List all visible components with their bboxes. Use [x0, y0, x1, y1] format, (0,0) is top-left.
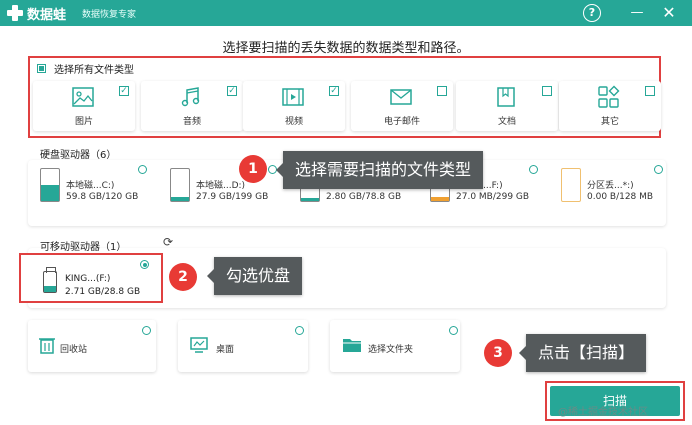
drive-size: 27.9 GB/199 GB	[196, 192, 269, 202]
folder-icon	[343, 339, 361, 352]
email-checkbox[interactable]	[437, 86, 447, 96]
location-select-folder[interactable]: 选择文件夹	[330, 320, 460, 372]
file-type-label: 图片	[74, 117, 93, 127]
audio-checkbox[interactable]: ✓	[227, 86, 237, 96]
drive-name: 分区丢...*:)	[587, 181, 634, 191]
location-label: 回收站	[60, 345, 88, 355]
app-logo-icon	[6, 4, 24, 22]
mail-icon	[390, 89, 412, 105]
usb-drive-size: 2.71 GB/28.8 GB	[65, 287, 141, 297]
folder-radio[interactable]	[449, 326, 458, 335]
callout-step-2: 勾选优盘	[206, 257, 303, 295]
video-checkbox[interactable]: ✓	[329, 86, 339, 96]
desktop-icon	[190, 337, 208, 353]
image-icon	[72, 87, 94, 107]
usb-drive-name: KING...(F:)	[65, 274, 111, 284]
file-type-audio[interactable]: ✓ 音频	[141, 81, 243, 131]
file-type-image[interactable]: ✓ 图片	[33, 81, 135, 131]
document-checkbox[interactable]	[542, 86, 552, 96]
location-recycle-bin[interactable]: 回收站	[28, 320, 156, 372]
file-type-email[interactable]: 电子邮件	[351, 81, 453, 131]
step-badge-3: 3	[484, 339, 512, 367]
usb-drive-radio[interactable]	[140, 260, 149, 269]
refresh-icon[interactable]: ⟳	[163, 235, 173, 249]
file-type-other[interactable]: 其它	[559, 81, 661, 131]
file-type-document[interactable]: 文档	[456, 81, 558, 131]
callout-step-3: 点击【扫描】	[518, 334, 647, 372]
location-desktop[interactable]: 桌面	[178, 320, 308, 372]
drive-f-radio[interactable]	[529, 165, 538, 174]
drive-icon	[170, 168, 190, 202]
help-button[interactable]: ?	[583, 4, 601, 22]
step-badge-2: 2	[169, 263, 197, 291]
drive-size: 0.00 B/128 MB	[587, 192, 654, 202]
file-type-label: 音频	[182, 117, 201, 127]
page-title: 选择要扫描的丢失数据的数据类型和路径。	[222, 41, 470, 56]
document-icon	[497, 87, 515, 107]
desktop-radio[interactable]	[295, 326, 304, 335]
recycle-bin-icon	[39, 338, 55, 354]
drive-size: 2.80 GB/78.8 GB	[326, 192, 402, 202]
drive-icon	[40, 168, 60, 202]
drive-c-radio[interactable]	[138, 165, 147, 174]
drive-name: 本地磁...C:)	[66, 181, 115, 191]
select-all-label: 选择所有文件类型	[54, 65, 134, 76]
app-name: 数据蛙	[27, 8, 67, 23]
video-icon	[282, 88, 304, 106]
checkbox-icon	[37, 64, 46, 73]
image-checkbox[interactable]: ✓	[119, 86, 129, 96]
music-icon	[181, 87, 200, 107]
drive-name: 本地磁...D:)	[196, 181, 246, 191]
recycle-bin-radio[interactable]	[142, 326, 151, 335]
file-type-label: 视频	[284, 117, 303, 127]
app-subtitle: 数据恢复专家	[82, 10, 137, 20]
other-checkbox[interactable]	[645, 86, 655, 96]
usb-drive-icon	[43, 267, 57, 293]
drive-size: 27.0 MB/299 GB	[456, 192, 530, 202]
file-type-label: 其它	[600, 117, 619, 127]
hard-drives-label: 硬盘驱动器（6）	[40, 150, 117, 161]
location-label: 桌面	[216, 345, 235, 355]
location-label: 选择文件夹	[368, 345, 414, 355]
drive-lost-radio[interactable]	[654, 165, 663, 174]
minimize-button[interactable]: —	[628, 4, 646, 22]
drive-size: 59.8 GB/120 GB	[66, 192, 139, 202]
file-type-label: 文档	[497, 117, 516, 127]
step-badge-1: 1	[239, 155, 267, 183]
file-type-label: 电子邮件	[383, 117, 420, 127]
drive-icon	[561, 168, 581, 202]
close-button[interactable]: ✕	[660, 4, 678, 22]
watermark: @稀土掘金技术社区	[558, 407, 648, 418]
select-all-checkbox[interactable]: 选择所有文件类型	[37, 61, 134, 76]
file-type-video[interactable]: ✓ 视频	[243, 81, 345, 131]
callout-step-1: 选择需要扫描的文件类型	[275, 151, 484, 189]
other-icon	[598, 85, 620, 108]
